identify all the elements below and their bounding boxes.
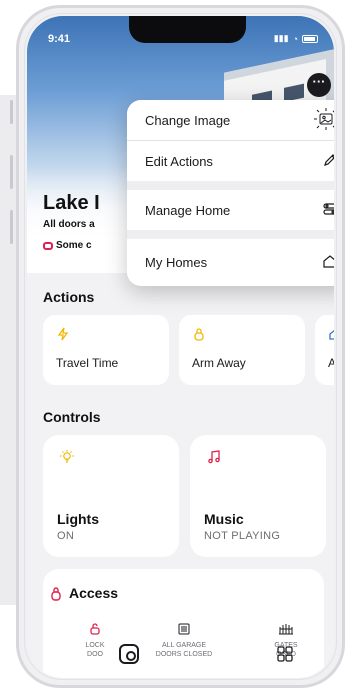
battery-icon xyxy=(302,34,318,43)
garage-icon xyxy=(177,623,191,637)
grid-icon[interactable] xyxy=(277,646,293,662)
control-card-lights[interactable]: Lights ON xyxy=(43,435,179,557)
control-status: ON xyxy=(57,530,75,542)
control-title: Music xyxy=(204,511,244,527)
control-card-music[interactable]: Music NOT PLAYING xyxy=(190,435,326,557)
warning-icon xyxy=(43,241,53,250)
menu-item-label: Edit Actions xyxy=(145,153,213,169)
lightbulb-icon xyxy=(59,449,75,470)
controls-section-title: Controls xyxy=(43,409,101,425)
home-icon xyxy=(328,327,334,346)
device-notch xyxy=(129,16,246,43)
gate-icon xyxy=(278,624,294,637)
menu-item-my-homes[interactable]: My Homes xyxy=(127,239,334,286)
floating-camera-button[interactable] xyxy=(119,644,139,664)
access-item-line2: DOORS CLOSED xyxy=(155,651,213,658)
actions-section-title: Actions xyxy=(43,289,95,305)
lightning-icon xyxy=(56,327,70,346)
lock-icon xyxy=(49,586,63,606)
image-icon xyxy=(314,107,334,133)
options-menu: Change Image Edit Actions Manage Home My… xyxy=(127,100,334,286)
scroll-tick xyxy=(10,100,13,124)
unlock-icon xyxy=(88,623,102,637)
house-icon xyxy=(322,253,334,272)
control-status: NOT PLAYING xyxy=(204,530,281,542)
menu-item-label: Change Image xyxy=(145,112,231,128)
scroll-tick xyxy=(10,210,13,244)
home-status-subtitle: All doors a xyxy=(43,219,95,230)
toggles-icon xyxy=(322,201,334,220)
menu-item-edit-actions[interactable]: Edit Actions xyxy=(127,141,334,181)
phone-frame: 9:41 ▮▮▮ ◔ ··· Lake I All doors a Some c… xyxy=(16,5,345,688)
menu-group-divider xyxy=(127,230,334,239)
signal-icon: ▮▮▮ xyxy=(273,33,289,43)
music-note-icon xyxy=(206,449,222,470)
menu-item-manage-home[interactable]: Manage Home xyxy=(127,190,334,230)
more-options-button[interactable]: ··· xyxy=(307,73,331,97)
action-label: Ar xyxy=(328,356,334,370)
pencil-icon xyxy=(322,152,334,171)
wifi-icon: ◔ xyxy=(292,33,298,44)
menu-item-change-image[interactable]: Change Image xyxy=(127,100,334,140)
action-card-travel-time[interactable]: Travel Time xyxy=(43,315,169,385)
app-screen: 9:41 ▮▮▮ ◔ ··· Lake I All doors a Some c… xyxy=(27,16,334,678)
menu-group-divider xyxy=(127,181,334,190)
control-title: Lights xyxy=(57,511,99,527)
status-time: 9:41 xyxy=(48,33,71,45)
menu-item-label: Manage Home xyxy=(145,202,231,218)
access-item-line1: ALL GARAGE xyxy=(161,642,207,649)
action-label: Arm Away xyxy=(192,356,246,370)
home-title: Lake I xyxy=(43,192,100,214)
access-title: Access xyxy=(69,585,119,601)
lock-icon xyxy=(192,327,206,346)
scroll-tick xyxy=(10,155,13,189)
action-card-partial[interactable]: Ar xyxy=(315,315,334,385)
home-warning-text: Some c xyxy=(56,240,92,251)
status-icons: ▮▮▮ ◔ xyxy=(274,33,318,44)
access-item-garage[interactable]: ALL GARAGE DOORS CLOSED xyxy=(144,623,224,659)
action-card-arm-away[interactable]: Arm Away xyxy=(179,315,305,385)
action-label: Travel Time xyxy=(56,356,119,370)
home-warning: Some c xyxy=(43,240,92,251)
menu-item-label: My Homes xyxy=(145,255,208,270)
